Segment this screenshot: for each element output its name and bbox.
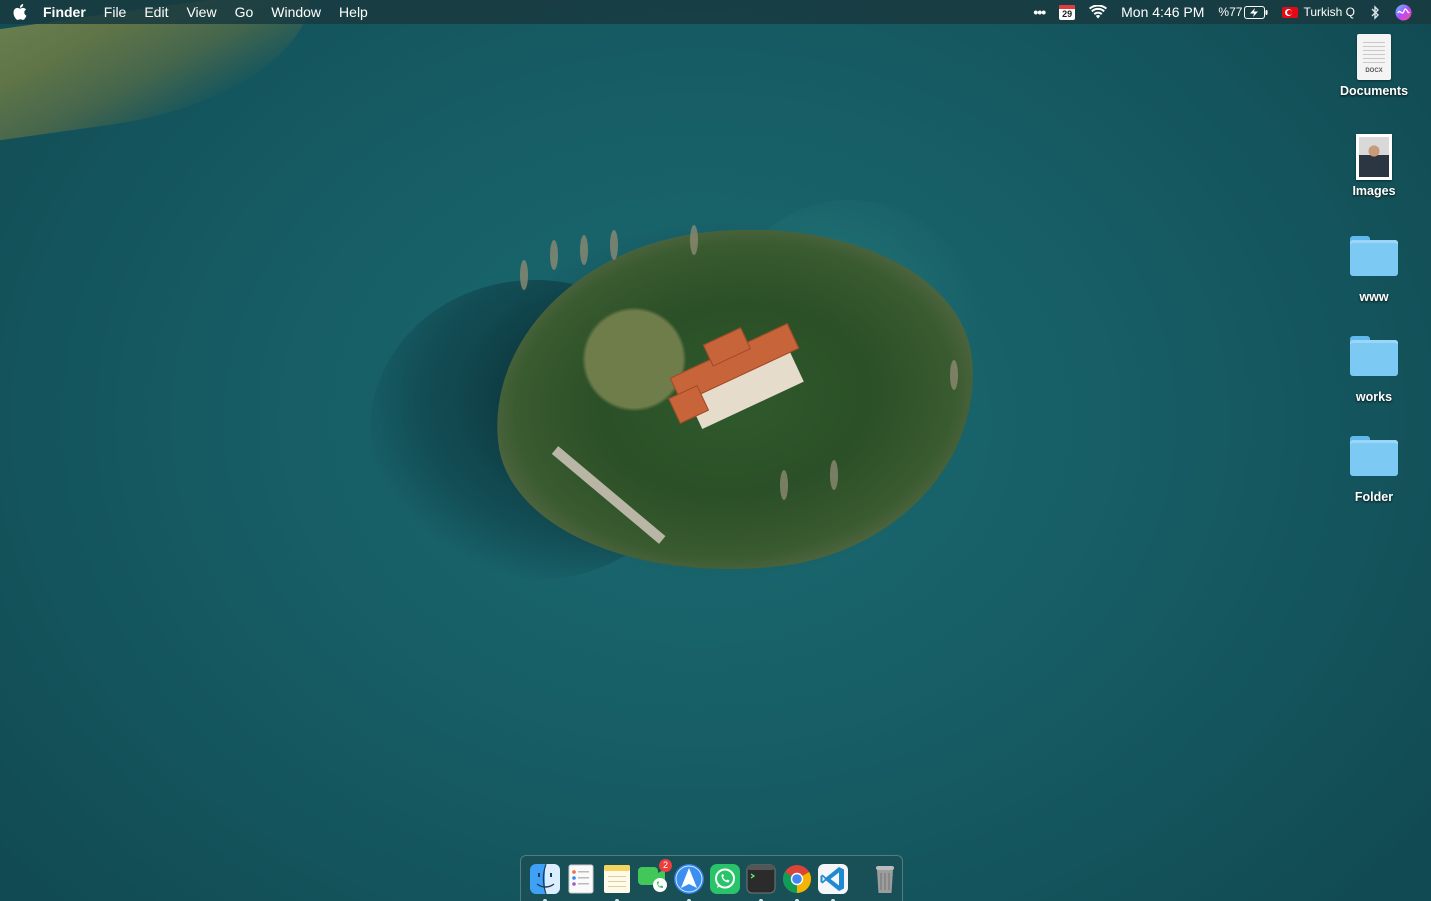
desktop-item-documents[interactable]: DOCX Documents xyxy=(1326,34,1422,98)
input-source-label: Turkish Q xyxy=(1303,5,1355,19)
image-file-icon xyxy=(1356,134,1392,180)
desktop-item-label: www xyxy=(1359,290,1389,304)
trash-icon xyxy=(876,865,894,893)
input-source-menu[interactable]: Turkish Q xyxy=(1275,0,1362,24)
menu-app-name[interactable]: Finder xyxy=(34,0,95,24)
dock-reminders[interactable] xyxy=(565,863,597,895)
apple-logo-icon[interactable] xyxy=(12,4,28,20)
vscode-icon xyxy=(818,863,848,894)
wifi-icon[interactable] xyxy=(1082,5,1114,19)
bluetooth-icon[interactable] xyxy=(1362,4,1388,20)
battery-charging-icon xyxy=(1244,5,1268,19)
send-arrow-icon xyxy=(674,863,704,894)
notes-icon xyxy=(604,864,630,893)
desktop-item-folder[interactable]: Folder xyxy=(1326,436,1422,504)
dock-notes[interactable] xyxy=(601,863,633,901)
dock-send-app[interactable] xyxy=(673,863,705,901)
folder-icon xyxy=(1350,336,1398,376)
dock-chrome[interactable] xyxy=(781,863,813,901)
menu-clock[interactable]: Mon 4:46 PM xyxy=(1114,0,1211,24)
menu-view[interactable]: View xyxy=(177,0,225,24)
chrome-icon xyxy=(783,864,811,893)
dock-terminal[interactable] xyxy=(745,863,777,901)
menu-help[interactable]: Help xyxy=(330,0,377,24)
wallpaper-island xyxy=(360,200,1020,670)
finder-icon xyxy=(530,863,560,894)
desktop-wallpaper xyxy=(0,0,1431,901)
folder-icon xyxy=(1350,236,1398,276)
calendar-icon: 29 xyxy=(1059,4,1076,20)
desktop-item-label: Folder xyxy=(1354,490,1394,504)
reminders-icon xyxy=(568,864,594,893)
dock-whatsapp[interactable] xyxy=(709,863,741,895)
menu-file[interactable]: File xyxy=(95,0,136,24)
desktop-item-images[interactable]: Images xyxy=(1326,134,1422,198)
desktop-item-www[interactable]: www xyxy=(1326,236,1422,304)
desktop-item-label: Documents xyxy=(1339,84,1409,98)
folder-icon xyxy=(1350,436,1398,476)
dock: 2 xyxy=(520,855,903,901)
more-items-icon[interactable]: ••• xyxy=(1026,0,1052,24)
menu-bar-left: Finder File Edit View Go Window Help xyxy=(0,0,377,24)
dock-vscode[interactable] xyxy=(817,863,849,901)
menu-go[interactable]: Go xyxy=(226,0,263,24)
whatsapp-icon xyxy=(710,863,740,894)
turkey-flag-icon xyxy=(1282,6,1299,18)
terminal-icon xyxy=(746,864,776,893)
menu-edit[interactable]: Edit xyxy=(135,0,177,24)
dock-finder[interactable] xyxy=(529,863,561,901)
menu-bar-status: ••• 29 Mon 4:46 PM %77 Turkish Q xyxy=(1026,0,1431,24)
docx-file-tag: DOCX xyxy=(1365,68,1383,74)
dock-trash[interactable] xyxy=(869,863,901,895)
battery-status[interactable]: %77 xyxy=(1211,0,1275,24)
menu-window[interactable]: Window xyxy=(262,0,330,24)
desktop-item-works[interactable]: works xyxy=(1326,336,1422,404)
docx-file-icon: DOCX xyxy=(1357,34,1391,80)
siri-icon[interactable] xyxy=(1388,4,1419,21)
calendar-menu-extra[interactable]: 29 xyxy=(1052,4,1082,20)
notification-badge: 2 xyxy=(659,858,672,872)
battery-percent: %77 xyxy=(1218,5,1243,19)
menu-bar: Finder File Edit View Go Window Help •••… xyxy=(0,0,1431,24)
dock-facetime[interactable]: 2 xyxy=(637,858,672,895)
desktop-item-label: works xyxy=(1355,390,1393,404)
desktop-item-label: Images xyxy=(1352,184,1396,198)
